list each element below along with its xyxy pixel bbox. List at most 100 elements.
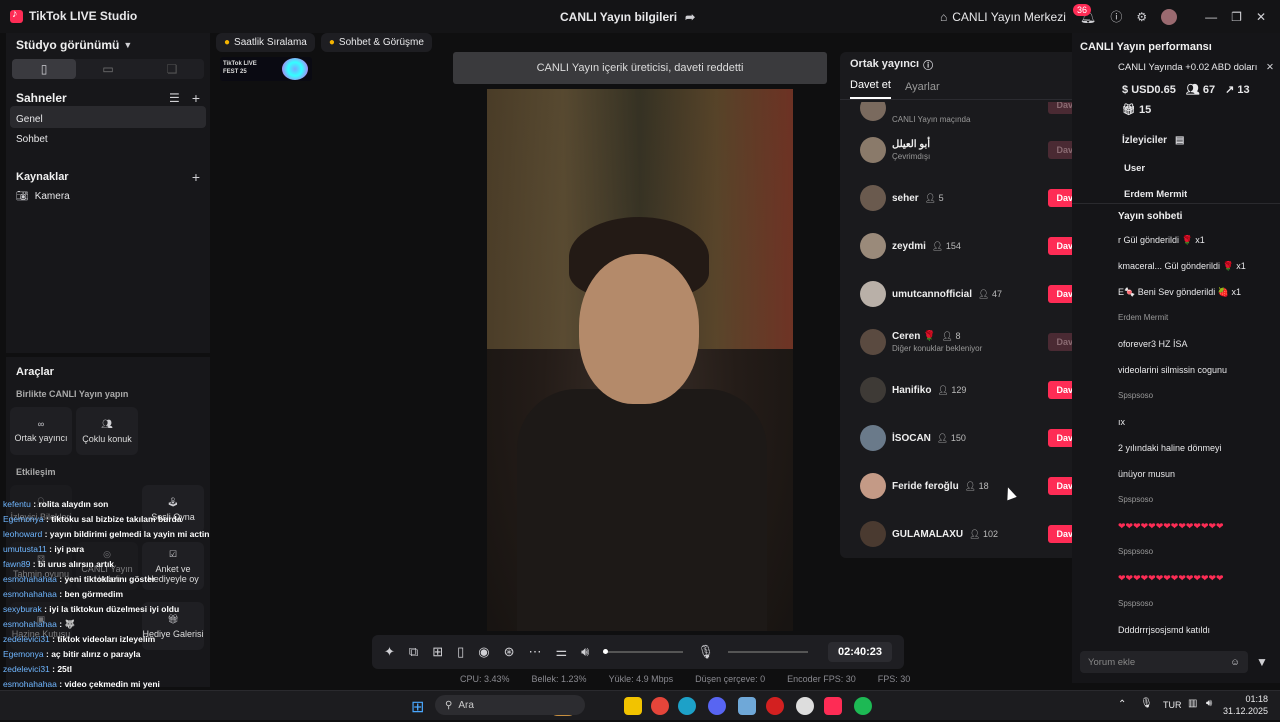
- live-info-title[interactable]: CANLI Yayın bilgileri ➦: [560, 10, 695, 24]
- viewers-tab[interactable]: İzleyiciler ▤: [1122, 135, 1184, 146]
- phone-icon[interactable]: ▯: [457, 644, 464, 660]
- cohost-tool[interactable]: ∞ Ortak yayıncı: [10, 407, 72, 455]
- discord-icon[interactable]: [708, 697, 726, 715]
- list-icon[interactable]: ▤: [1175, 135, 1184, 146]
- viewer-row[interactable]: User: [1124, 163, 1145, 174]
- record-icon[interactable]: ◉: [478, 644, 489, 660]
- live-chat-line: ❤❤❤❤❤❤❤❤❤❤❤❤❤❤: [1118, 521, 1224, 531]
- user-name: Feride feroğlu: [892, 480, 959, 492]
- list-icon[interactable]: ☰: [169, 91, 180, 105]
- help-icon[interactable]: ⓘ: [923, 57, 933, 72]
- minimize-icon[interactable]: —: [1205, 10, 1217, 24]
- overlay-chat-line: esmohahahaa : ben görmedim: [3, 587, 213, 602]
- viewer-row[interactable]: Erdem Mermit: [1124, 189, 1187, 199]
- avatar: [860, 102, 886, 121]
- steam-icon[interactable]: [796, 697, 814, 715]
- avatar: [860, 185, 886, 211]
- help-icon[interactable]: ⓘ: [1110, 8, 1122, 25]
- emoji-icon[interactable]: ☺: [1230, 657, 1240, 668]
- edge-icon[interactable]: [678, 697, 696, 715]
- sliders-icon[interactable]: ⚌: [556, 644, 568, 660]
- share-icon[interactable]: ➦: [685, 10, 695, 24]
- gifts-value: 15: [1139, 104, 1152, 116]
- source-item-camera[interactable]: 📷︎ Kamera: [16, 191, 70, 202]
- add-source-icon[interactable]: +: [192, 169, 200, 185]
- more-icon[interactable]: ⋯: [529, 644, 542, 660]
- chat-title: Yayın sohbeti: [1118, 211, 1183, 222]
- opera-icon[interactable]: [766, 697, 784, 715]
- user-name: أبو العيلل: [892, 139, 931, 150]
- close-icon[interactable]: ✕: [1266, 62, 1274, 73]
- chat-meet-chip[interactable]: ● Sohbet & Görüşme: [320, 33, 432, 52]
- windows-start-icon[interactable]: ⊞: [411, 697, 424, 717]
- multi-option[interactable]: ❏: [140, 62, 204, 76]
- task-view-icon[interactable]: [598, 697, 616, 715]
- gear-icon[interactable]: ⚙: [1136, 10, 1147, 24]
- taskbar-search[interactable]: ⚲ Ara: [435, 695, 585, 715]
- app-icon[interactable]: [738, 697, 756, 715]
- magic-wand-icon[interactable]: ✦: [384, 644, 395, 660]
- user-line: GULAMALAXU 👤︎ 102: [892, 529, 998, 540]
- scene-item-genel[interactable]: Genel: [10, 106, 206, 128]
- speaker-icon[interactable]: 🔊︎: [581, 644, 589, 660]
- add-scene-icon[interactable]: +: [192, 90, 200, 106]
- language-indicator[interactable]: TUR: [1163, 700, 1182, 710]
- overlay-chat-line: leohoward : yayın bildirimi gelmedi la y…: [3, 527, 213, 542]
- comment-input[interactable]: Yorum ekle ☺: [1080, 651, 1248, 673]
- landscape-option[interactable]: ▭: [76, 62, 140, 76]
- multi-guest-tool[interactable]: 👥︎ Çoklu konuk: [76, 407, 138, 455]
- mic-tray-icon[interactable]: 🎙︎: [1140, 698, 1153, 709]
- mic-icon[interactable]: 🎙︎: [697, 644, 714, 660]
- live-center-button[interactable]: ⌂ CANLI Yayın Merkezi: [940, 10, 1066, 24]
- mic-slider[interactable]: [727, 651, 808, 653]
- portrait-option[interactable]: ▯: [12, 59, 76, 79]
- user-info: İSOCAN 👤︎ 150: [892, 433, 966, 444]
- spotify-icon[interactable]: [854, 697, 872, 715]
- clock[interactable]: 01:18 31.12.2025: [1220, 693, 1268, 717]
- overlay-chat-line: zedelevici31 : 25tl: [3, 662, 213, 677]
- studio-view-label: Stüdyo görünümü: [16, 38, 120, 52]
- volume-slider[interactable]: [603, 649, 684, 654]
- app-title: TikTok LIVE Studio: [29, 9, 138, 23]
- network-icon[interactable]: ▥: [1188, 698, 1197, 709]
- live-chat-line: Erdem Mermit: [1118, 313, 1169, 322]
- overlay-chat-line: kefentu : rolita alaydın son: [3, 497, 213, 512]
- user-name: seher: [892, 192, 919, 204]
- cohost-list-item: Ceren 🌹 👤︎ 8 Diğer konuklar bekleniyor Dave…: [860, 322, 1100, 362]
- tab-settings[interactable]: Ayarlar: [905, 81, 940, 99]
- coin-icon: $: [1122, 83, 1129, 96]
- maximize-icon[interactable]: ❐: [1231, 10, 1242, 24]
- effects-icon[interactable]: ⧉: [409, 644, 418, 660]
- overlay-chat-line: sexyburak : iyi la tiktokun düzelmesi iy…: [3, 602, 213, 617]
- tiktok-live-studio-icon[interactable]: [824, 697, 842, 715]
- cohost-list-item: GULAMALAXU👤︎ 102Davet et: [860, 514, 1100, 554]
- users-icon: 👥︎: [101, 418, 113, 429]
- tab-invite[interactable]: Davet et: [850, 79, 891, 99]
- hourly-ranking-chip[interactable]: ● Saatlik Sıralama: [216, 33, 315, 52]
- volume-thumb[interactable]: [603, 649, 609, 654]
- scene-label: Sohbet: [16, 134, 48, 145]
- tray-chevron-icon[interactable]: ⌃: [1118, 699, 1126, 710]
- camera-preview: [487, 89, 793, 631]
- chat-username: esmohahahaa: [3, 574, 57, 584]
- scene-item-sohbet[interactable]: Sohbet: [16, 134, 48, 145]
- filter-icon[interactable]: ▼: [1256, 655, 1268, 669]
- user-line: Hanifiko 👤︎ 129: [892, 385, 966, 396]
- close-icon[interactable]: ✕: [1256, 10, 1266, 24]
- chrome-icon[interactable]: [651, 697, 669, 715]
- layout-icon[interactable]: ⊞: [432, 644, 443, 660]
- volume-tray-icon[interactable]: 🔊︎: [1206, 698, 1212, 709]
- file-explorer-icon[interactable]: [624, 697, 642, 715]
- user-info: أبو العيلل Çevrimdışı: [892, 139, 930, 161]
- list-item: CANLI Yayın maçında Davet et: [860, 102, 1100, 128]
- live-chat-line: ❤❤❤❤❤❤❤❤❤❤❤❤❤❤: [1118, 573, 1224, 583]
- capture-icon[interactable]: ⊛: [504, 644, 515, 660]
- live-chat-line: kmaceral... Gül gönderildi 🌹 x1: [1118, 261, 1246, 271]
- live-chat-line: Spspsoso: [1118, 547, 1154, 556]
- chat-text: : ben görmedim: [56, 589, 124, 599]
- people-icon: 👥︎: [1185, 84, 1200, 96]
- studio-view-dropdown[interactable]: Stüdyo görünümü ▼: [16, 38, 132, 52]
- follower-count: 👤︎ 18: [964, 480, 989, 491]
- avatar[interactable]: [1161, 8, 1178, 25]
- chat-username: kefentu: [3, 499, 31, 509]
